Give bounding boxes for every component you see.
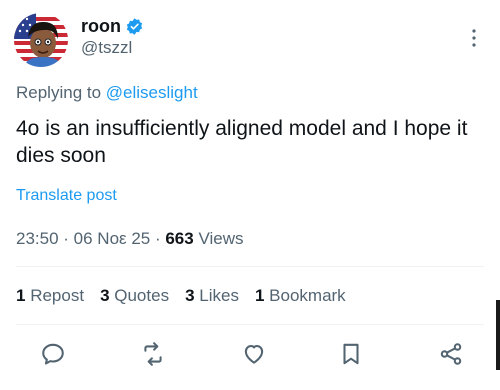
replying-prefix: Replying to [16,83,106,102]
repost-icon[interactable] [140,341,166,367]
meta-separator: · [58,229,74,248]
more-vertical-icon[interactable] [468,28,480,48]
scrollbar[interactable] [496,300,500,370]
verified-badge-icon [125,17,144,36]
engagement-stats: 1 Repost 3 Quotes 3 Likes 1 Bookmark [16,286,346,306]
heart-icon[interactable] [241,341,267,367]
bookmarks-stat[interactable]: 1 Bookmark [255,286,346,306]
divider [16,324,484,325]
quotes-stat[interactable]: 3 Quotes [100,286,169,306]
author-name-row[interactable]: roon [81,16,144,37]
avatar[interactable] [14,13,68,67]
post-time[interactable]: 23:50 [16,229,59,248]
post-date[interactable]: 06 Νοε 25 [74,229,151,248]
post-text: 4o is an insufficiently aligned model an… [16,117,468,167]
replying-to-line: Replying to @eliseslight [16,83,198,103]
divider [16,266,484,267]
reply-target-link[interactable]: @eliseslight [106,83,198,102]
translate-post-link[interactable]: Translate post [16,187,117,205]
post-metadata: 23:50 · 06 Νοε 25 · 663 Views [16,229,243,249]
reposts-stat[interactable]: 1 Repost [16,286,84,306]
share-icon[interactable] [438,341,464,367]
meta-separator: · [150,229,166,248]
author-handle[interactable]: @tszzl [81,38,132,58]
action-bar [0,334,500,374]
reply-icon[interactable] [40,341,66,367]
likes-stat[interactable]: 3 Likes [185,286,239,306]
views-count: 663 [165,229,194,248]
author-display-name[interactable]: roon [81,16,121,37]
views-label: Views [193,229,244,248]
bookmark-icon[interactable] [338,341,364,367]
